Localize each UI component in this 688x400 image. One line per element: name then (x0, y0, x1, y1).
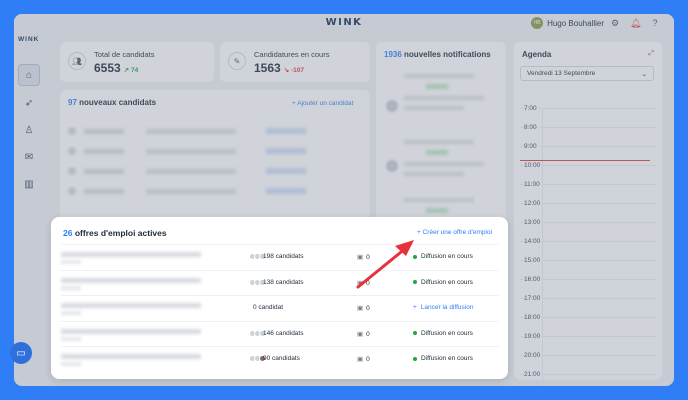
candidates-count[interactable]: 198 candidats (263, 253, 303, 260)
chat-icon: ▭ (16, 347, 26, 359)
candidates-count[interactable]: 90 candidats (263, 355, 300, 362)
plus-icon: + (413, 304, 417, 311)
job-location (61, 311, 81, 315)
chat-button[interactable]: ▭ (10, 342, 32, 364)
status-label: Diffusion en cours (421, 329, 473, 337)
messages-count[interactable]: ▣ 0 (357, 279, 370, 287)
message-icon: ▣ (357, 330, 364, 338)
status-badge: Diffusion en cours (413, 355, 473, 362)
jobs-count: 26 (63, 228, 73, 238)
table-row[interactable]: 138 candidats ▣ 0 Diffusion en cours (61, 269, 499, 295)
messages-value: 0 (366, 330, 370, 338)
create-job-link[interactable]: + Créer une offre d'emploi (417, 229, 492, 236)
messages-value: 0 (366, 356, 370, 363)
candidates-count[interactable]: 138 candidats (263, 279, 303, 286)
table-row[interactable]: 146 candidats ▣ 0 Diffusion en cours (61, 320, 499, 346)
messages-value: 0 (366, 305, 370, 312)
section-title: 26 offres d'emploi actives (63, 228, 167, 238)
status-dot (413, 280, 417, 284)
candidates-count[interactable]: 146 candidats (263, 330, 303, 337)
status-dot (413, 254, 417, 259)
job-title[interactable] (61, 354, 201, 359)
status-label: Diffusion en cours (421, 278, 473, 286)
job-location (61, 336, 81, 341)
table-row[interactable]: 90 candidats ▣ 0 Diffusion en cours (61, 346, 499, 371)
message-icon: ▣ (357, 305, 364, 312)
message-icon: ▣ (357, 279, 364, 287)
status-label: Diffusion en cours (421, 253, 473, 260)
table-row[interactable]: 0 candidat ▣ 0 + Lancer la diffusion (61, 295, 499, 320)
status-badge: Diffusion en cours (413, 279, 473, 286)
table-row[interactable]: 198 candidats ▣ 0 Diffusion en cours (61, 244, 499, 269)
job-title[interactable] (61, 277, 201, 283)
message-icon: ▣ (357, 254, 364, 261)
messages-count[interactable]: ▣ 0 (357, 304, 370, 312)
status-label: Lancer la diffusion (420, 304, 474, 311)
launch-diffusion-button[interactable]: + Lancer la diffusion (413, 304, 473, 311)
messages-count[interactable]: ▣ 0 (357, 330, 370, 338)
messages-count[interactable]: ▣ 0 (357, 355, 370, 363)
active-jobs-card: 26 offres d'emploi actives + Créer une o… (51, 217, 508, 379)
status-badge: Diffusion en cours (413, 330, 473, 337)
messages-value: 0 (366, 254, 370, 261)
jobs-title: offres d'emploi actives (74, 228, 167, 238)
message-icon: ▣ (357, 356, 364, 363)
messages-value: 0 (366, 279, 370, 287)
status-label: Diffusion en cours (421, 355, 473, 362)
messages-count[interactable]: ▣ 0 (357, 253, 370, 261)
status-badge: Diffusion en cours (413, 253, 473, 260)
status-dot (413, 331, 417, 335)
job-title[interactable] (61, 303, 201, 308)
candidates-count[interactable]: 0 candidat (253, 304, 283, 311)
job-location (61, 260, 81, 264)
job-title[interactable] (61, 328, 201, 334)
status-dot (413, 356, 417, 361)
job-location (61, 285, 81, 290)
job-title[interactable] (61, 252, 201, 257)
job-location (61, 362, 81, 366)
